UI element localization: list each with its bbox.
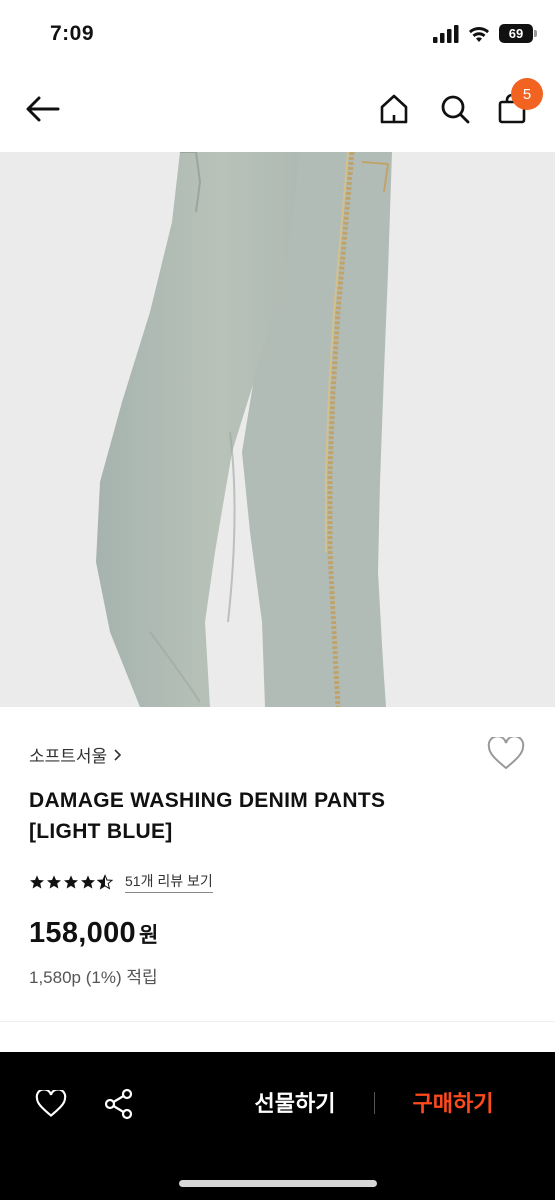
review-link[interactable]: 51개 리뷰 보기 <box>125 871 213 893</box>
buy-button[interactable]: 구매하기 <box>398 1086 508 1118</box>
star-icon <box>47 875 61 889</box>
product-title: DAMAGE WASHING DENIM PANTS [LIGHT BLUE] <box>29 785 469 847</box>
divider <box>0 1021 555 1022</box>
chevron-right-icon <box>114 748 122 761</box>
signal-icon <box>433 24 459 43</box>
currency: 원 <box>138 924 159 947</box>
bottom-action-bar: 선물하기 구매하기 <box>0 1052 555 1200</box>
heart-icon <box>487 735 525 770</box>
product-photo <box>0 152 555 707</box>
home-icon <box>380 94 408 124</box>
separator <box>374 1092 375 1114</box>
price: 158,000 <box>29 917 136 949</box>
wifi-icon <box>469 26 489 42</box>
back-button[interactable] <box>22 88 64 130</box>
rating-row: 51개 리뷰 보기 <box>29 871 213 893</box>
nav-bar <box>0 70 555 150</box>
star-icon <box>30 875 44 889</box>
brand-name: 소프트서울 <box>29 747 108 766</box>
wishlist-button[interactable] <box>487 735 525 773</box>
status-time: 7:09 <box>50 22 95 45</box>
share-icon <box>104 1088 133 1120</box>
search-icon <box>441 95 470 124</box>
half-star-icon <box>97 874 113 890</box>
arrow-left-icon <box>26 96 60 122</box>
star-icon <box>81 875 95 889</box>
status-icons: 69 <box>433 24 537 43</box>
reward-points: 1,580p (1%) 적립 <box>29 968 158 987</box>
search-button[interactable] <box>434 88 476 130</box>
home-button[interactable] <box>373 88 415 130</box>
share-button[interactable] <box>99 1084 139 1124</box>
status-bar: 7:09 69 <box>0 0 555 70</box>
home-indicator <box>179 1180 377 1187</box>
cart-count-badge: 5 <box>511 78 543 110</box>
star-icon <box>64 875 78 889</box>
star-rating <box>29 874 113 890</box>
product-title-line2: [LIGHT BLUE] <box>29 820 173 843</box>
heart-icon <box>35 1090 67 1117</box>
battery-level: 69 <box>508 26 524 41</box>
like-button[interactable] <box>31 1084 71 1124</box>
battery-icon: 69 <box>499 24 537 43</box>
price-row: 158,000 원 <box>29 917 158 950</box>
product-image[interactable] <box>0 152 555 707</box>
product-title-line1: DAMAGE WASHING DENIM PANTS <box>29 789 386 812</box>
brand-link[interactable]: 소프트서울 <box>29 742 123 767</box>
gift-button[interactable]: 선물하기 <box>240 1086 350 1118</box>
